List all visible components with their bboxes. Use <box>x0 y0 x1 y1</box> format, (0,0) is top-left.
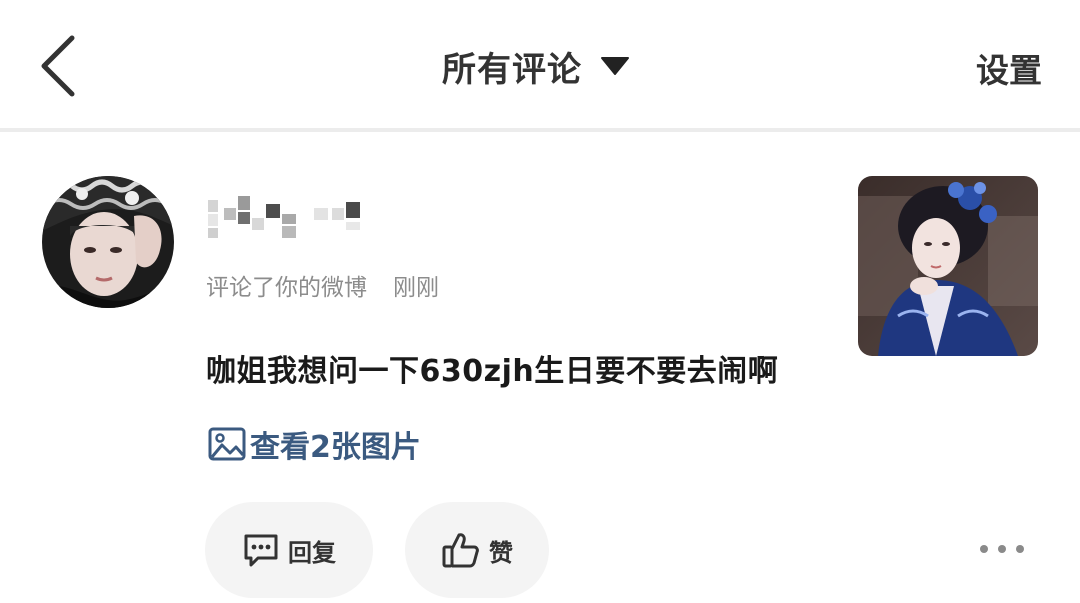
comment-icon <box>244 534 278 567</box>
like-label: 赞 <box>489 538 513 567</box>
comment-meta: 评论了你的微博 刚刚 <box>206 268 439 302</box>
chevron-left-icon <box>41 35 75 97</box>
more-dots-icon <box>1016 545 1024 553</box>
top-nav-bar: 所有评论 设置 <box>0 0 1080 130</box>
post-thumbnail[interactable] <box>858 176 1038 356</box>
comment-text: 咖姐我想问一下630zjh生日要不要去闹啊 <box>206 354 779 389</box>
view-images-link[interactable]: 查看2张图片 <box>208 422 421 466</box>
page-title: 所有评论 <box>442 49 582 90</box>
post-thumbnail-image <box>858 176 1038 356</box>
mosaic-redaction <box>208 196 360 238</box>
comment-time: 刚刚 <box>393 275 439 301</box>
image-icon <box>208 427 246 461</box>
comment-action-text: 评论了你的微博 <box>206 275 367 301</box>
thumbs-up-icon <box>442 533 479 568</box>
back-button[interactable] <box>30 30 90 100</box>
reply-button[interactable]: 回复 <box>205 502 373 598</box>
settings-button[interactable]: 设置 <box>976 44 1042 92</box>
more-dots-icon <box>998 545 1006 553</box>
more-dots-icon <box>980 545 988 553</box>
more-options-button[interactable] <box>980 534 1024 564</box>
triangle-down-icon <box>601 57 629 75</box>
avatar[interactable] <box>42 176 174 308</box>
comment-filter-dropdown[interactable]: 所有评论 <box>442 40 630 92</box>
view-images-label: 查看2张图片 <box>250 430 421 465</box>
user-avatar-image <box>42 176 174 308</box>
username-redacted[interactable] <box>206 194 366 244</box>
header-divider <box>0 128 1080 132</box>
like-button[interactable]: 赞 <box>405 502 549 598</box>
reply-label: 回复 <box>288 538 336 567</box>
